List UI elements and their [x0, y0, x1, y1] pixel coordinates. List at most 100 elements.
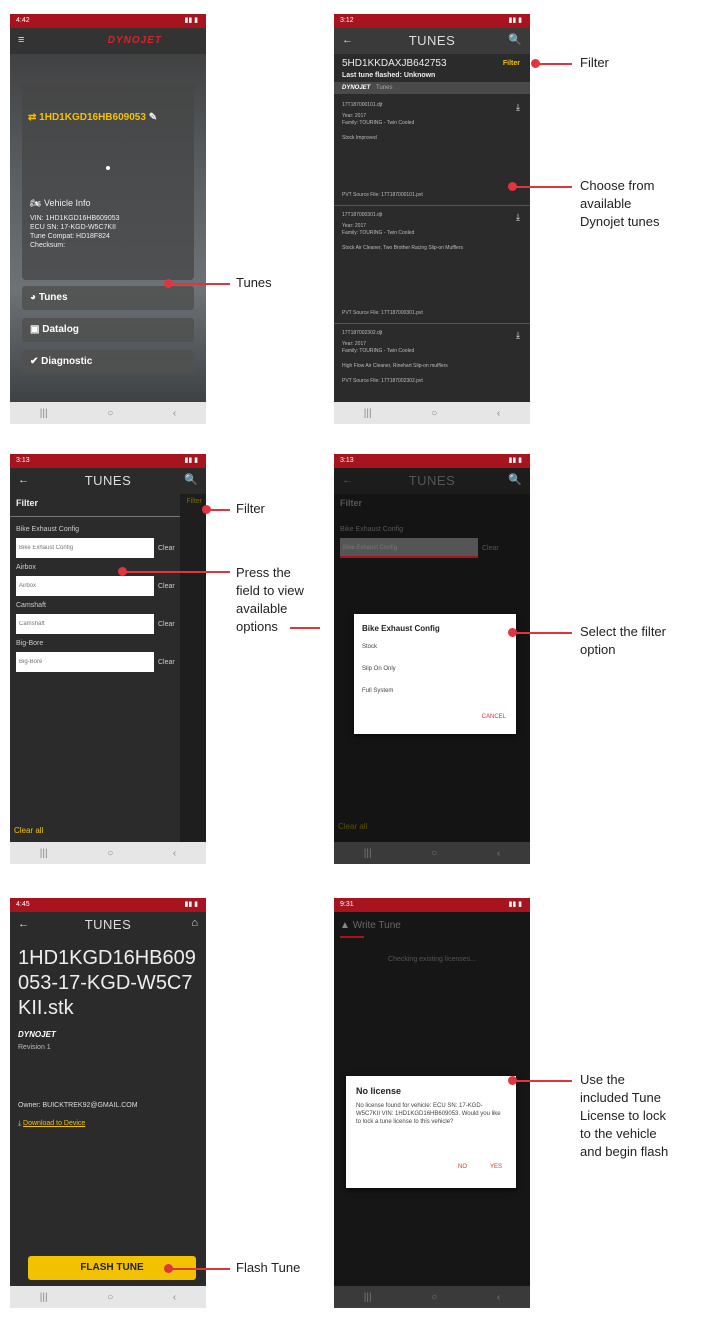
brand-sub: Tunes — [376, 85, 393, 91]
option-stock[interactable]: Stock — [362, 644, 377, 650]
callout-tunes: Tunes — [236, 275, 272, 290]
option-slip-on-only[interactable]: Slip On Only — [362, 666, 396, 672]
hamburger-menu-icon[interactable]: ≡ — [18, 34, 24, 46]
tune-filename: 1HD1KGD16HB609053-17-KGD-W5C7KII.stk — [18, 947, 196, 1019]
home-icon[interactable]: ○ — [431, 408, 437, 419]
callout-line — [512, 186, 572, 188]
callout-select: Select the filter option — [580, 623, 666, 659]
filter-drawer: Filter Bike Exhaust Config Clear Airbox … — [10, 494, 180, 842]
recents-icon[interactable]: ||| — [40, 1292, 48, 1303]
back-icon[interactable]: ‹ — [497, 1292, 500, 1303]
tune-desc: Stock Air Cleaner, Two Brother Racing Sl… — [342, 245, 463, 251]
home-icon[interactable]: ○ — [431, 848, 437, 859]
callout-filter: Filter — [236, 501, 265, 516]
page-title: TUNES — [408, 33, 456, 48]
clear-all-dimmed: Clear all — [338, 822, 368, 831]
signal-battery-icon: ▮▮ ▮ — [508, 457, 522, 464]
write-tune-heading: ▲ Write Tune — [340, 920, 401, 931]
warning-icon: ▲ — [340, 920, 353, 931]
download-icon[interactable]: ⤓ — [516, 102, 520, 113]
tune-item[interactable]: 17T187000101.djt Year: 2017 Family: TOUR… — [334, 98, 530, 206]
search-icon[interactable]: 🔍 — [508, 33, 522, 46]
callout-line — [168, 1268, 230, 1270]
tune-pvt: PVT Source File: 17T187002302.pvt — [342, 378, 423, 384]
cancel-button[interactable]: CANCEL — [482, 714, 506, 720]
status-bar: 3:12 ▮▮ ▮ — [334, 14, 530, 28]
status-bar: 3:13 ▮▮ ▮ — [10, 454, 206, 468]
motorcycle-icon: 🏍 — [30, 198, 44, 208]
no-button[interactable]: NO — [458, 1164, 467, 1170]
airbox-input[interactable] — [16, 576, 154, 596]
field-dimmed: Bike Exhaust Config — [340, 538, 478, 558]
android-nav-bar: ||| ○ ‹ — [10, 842, 206, 864]
back-icon[interactable]: ‹ — [173, 1292, 176, 1303]
vin-title: 1HD1KGD16HB609053 — [39, 112, 146, 123]
download-link[interactable]: ⤓ Download to Device — [18, 1120, 85, 1128]
bike-exhaust-input[interactable] — [16, 538, 154, 558]
screen-filter-panel: 3:13 ▮▮ ▮ ← TUNES 🔍 Filter Filter Bike E… — [10, 454, 206, 864]
yes-button[interactable]: YES — [490, 1164, 502, 1170]
divider — [10, 516, 180, 517]
tune-family: Family: TOURING - Twin Cooled — [342, 120, 415, 126]
tune-family: Family: TOURING - Twin Cooled — [342, 348, 415, 354]
download-icon[interactable]: ⤓ — [516, 212, 520, 223]
android-nav-bar: ||| ○ ‹ — [10, 1286, 206, 1308]
clear-button[interactable]: Clear — [158, 621, 175, 629]
tune-year: Year: 2017 — [342, 113, 367, 119]
callout-line-text: field to view — [236, 583, 304, 598]
recents-icon[interactable]: ||| — [364, 848, 372, 859]
back-icon[interactable]: ‹ — [173, 848, 176, 859]
callout-line — [122, 571, 230, 573]
tune-item[interactable]: 17T187002302.djt Year: 2017 Family: TOUR… — [334, 326, 530, 402]
app-bar: ← TUNES 🔍 — [334, 468, 530, 494]
status-time: 4:42 — [16, 17, 30, 24]
clear-button[interactable]: Clear — [158, 545, 175, 553]
android-nav-bar: ||| ○ ‹ — [334, 842, 530, 864]
home-icon[interactable]: ○ — [107, 408, 113, 419]
clear-all-button[interactable]: Clear all — [14, 826, 43, 835]
home-icon[interactable]: ○ — [107, 1292, 113, 1303]
recents-icon[interactable]: ||| — [40, 408, 48, 419]
signal-battery-icon: ▮▮ ▮ — [508, 17, 522, 24]
menu-item-datalog[interactable]: ▣ Datalog — [22, 318, 194, 342]
menu-item-tunes[interactable]: ◕ Tunes — [22, 286, 194, 310]
big-bore-input[interactable] — [16, 652, 154, 672]
checking-status: Checking existing licenses... — [388, 956, 476, 963]
screen-body: ← TUNES ⌂ 1HD1KGD16HB609053-17-KGD-W5C7K… — [10, 912, 206, 1286]
home-icon[interactable]: ○ — [431, 1292, 437, 1303]
clear-dimmed: Clear — [482, 545, 499, 552]
checksum-line: Checksum: — [30, 242, 66, 249]
menu-item-diagnostic[interactable]: ✔ Diagnostic — [22, 350, 194, 374]
field-label: Bike Exhaust Config — [16, 526, 80, 533]
recents-icon[interactable]: ||| — [364, 408, 372, 419]
tune-item[interactable]: 17T187000301.djt Year: 2017 Family: TOUR… — [334, 208, 530, 324]
back-icon[interactable]: ‹ — [173, 408, 176, 419]
vin-title-row[interactable]: ⇄ 1HD1KGD16HB609053 ✎ — [28, 112, 157, 123]
vehicle-info-heading: 🏍 Vehicle Info — [30, 198, 90, 209]
recents-icon[interactable]: ||| — [364, 1292, 372, 1303]
screen-body: ≡ DYNOJET ⇄ 1HD1KGD16HB609053 ✎ 🏍 Vehicl… — [10, 28, 206, 402]
callout-line-text: Choose from — [580, 178, 655, 193]
screen-tunes-list: 3:12 ▮▮ ▮ ← TUNES 🔍 5HD1KKDAXJB642753 Fi… — [334, 14, 530, 424]
callout-line — [536, 63, 572, 65]
camshaft-input[interactable] — [16, 614, 154, 634]
callout-line-text: and begin flash — [580, 1144, 669, 1159]
home-icon[interactable]: ⌂ — [191, 917, 198, 929]
tune-file: 17T187002302.djt — [342, 330, 383, 336]
back-icon[interactable]: ‹ — [497, 408, 500, 419]
recents-icon[interactable]: ||| — [40, 848, 48, 859]
callout-line-text: option — [580, 642, 616, 657]
download-icon[interactable]: ⤓ — [516, 330, 520, 341]
back-icon[interactable]: ‹ — [497, 848, 500, 859]
edit-pencil-icon[interactable]: ✎ — [149, 112, 157, 123]
filter-link[interactable]: Filter — [503, 60, 520, 67]
clear-button[interactable]: Clear — [158, 583, 175, 591]
clear-button[interactable]: Clear — [158, 659, 175, 667]
search-icon[interactable]: 🔍 — [508, 473, 522, 486]
status-bar: 9:31 ▮▮ ▮ — [334, 898, 530, 912]
home-icon[interactable]: ○ — [107, 848, 113, 859]
search-icon[interactable]: 🔍 — [184, 473, 198, 486]
option-full-system[interactable]: Full System — [362, 688, 393, 694]
ecu-line: ECU SN: 17-KGD-W5C7KII — [30, 224, 116, 231]
progress-indicator — [340, 936, 364, 938]
